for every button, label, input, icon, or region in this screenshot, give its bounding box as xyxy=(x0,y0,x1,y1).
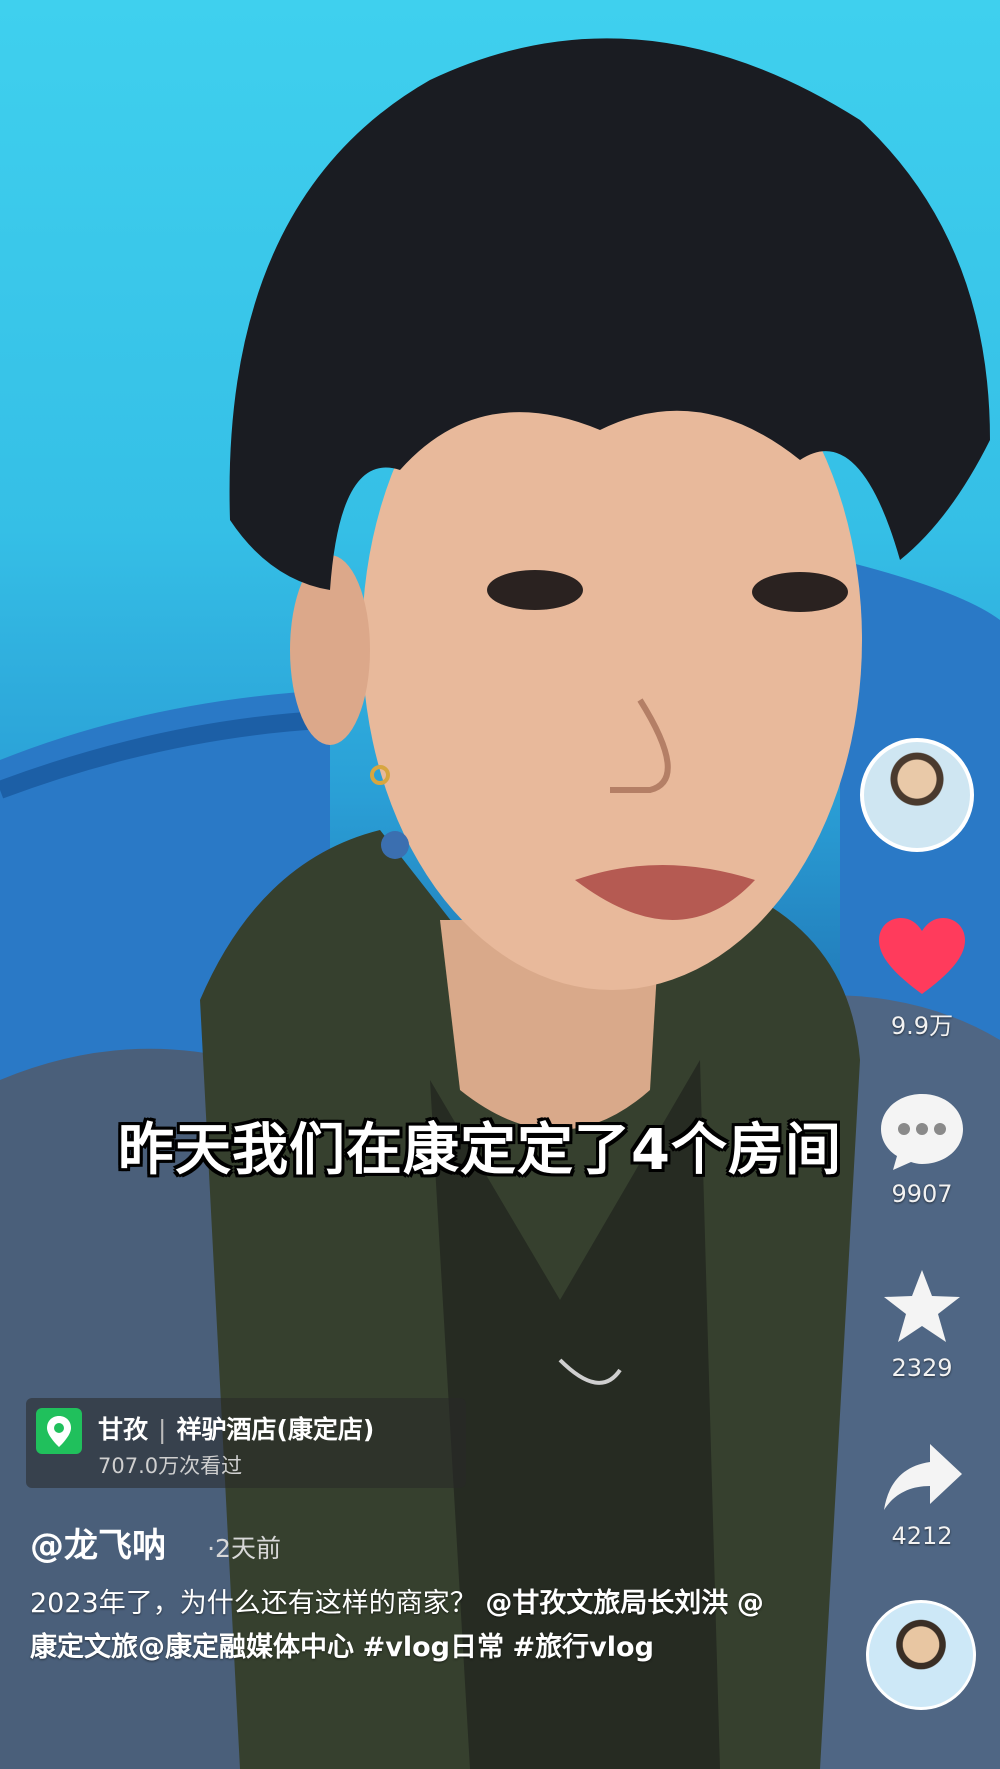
author-name[interactable]: @龙飞呐 xyxy=(30,1526,166,1566)
hashtag-link[interactable]: #旅行vlog xyxy=(513,1632,654,1663)
eye-right xyxy=(752,572,848,612)
hashtag-link[interactable]: #vlog日常 xyxy=(363,1632,504,1663)
like-count: 9.9万 xyxy=(890,1012,954,1040)
heart-icon xyxy=(879,918,965,994)
favorite-count: 2329 xyxy=(891,1354,953,1382)
star-icon xyxy=(884,1270,960,1342)
mention-link[interactable]: @甘孜文旅局长刘洪 xyxy=(485,1588,728,1619)
favorite-button[interactable]: 2329 xyxy=(862,1268,982,1382)
author-line: @龙飞呐 ·2天前 xyxy=(30,1518,281,1567)
location-views: 707.0万次看过 xyxy=(98,1454,243,1478)
video-frame[interactable] xyxy=(0,0,1000,1769)
share-button[interactable]: 4212 xyxy=(862,1440,982,1550)
eye-left xyxy=(487,570,583,610)
comment-button[interactable]: 9907 xyxy=(862,1092,982,1208)
like-button[interactable]: 9.9万 xyxy=(862,918,982,1041)
post-time: ·2天前 xyxy=(207,1534,281,1563)
share-count: 4212 xyxy=(891,1522,953,1550)
earring-bead xyxy=(381,831,409,859)
video-subtitle: 昨天我们在康定定了4个房间 xyxy=(118,1118,842,1183)
post-description: 2023年了，为什么还有这样的商家？ @甘孜文旅局长刘洪 @康定文旅@康定融媒体… xyxy=(30,1582,770,1670)
description-text: 2023年了，为什么还有这样的商家？ xyxy=(30,1588,477,1619)
video-scene xyxy=(0,38,1000,1769)
location-separator: | xyxy=(158,1415,167,1444)
share-arrow-icon xyxy=(884,1444,962,1510)
location-pin-icon xyxy=(36,1408,82,1454)
comment-icon xyxy=(881,1094,963,1170)
mention-link[interactable]: @康定融媒体中心 xyxy=(138,1632,354,1663)
location-region: 甘孜 xyxy=(98,1415,149,1444)
author-avatar[interactable] xyxy=(860,738,974,852)
location-tag[interactable]: 甘孜 | 祥驴酒店(康定店) 707.0万次看过 xyxy=(26,1398,466,1488)
location-place: 祥驴酒店(康定店) xyxy=(176,1415,375,1444)
location-title: 甘孜 | 祥驴酒店(康定店) xyxy=(98,1410,374,1446)
comment-count: 9907 xyxy=(891,1180,953,1208)
music-disc[interactable] xyxy=(866,1600,976,1710)
